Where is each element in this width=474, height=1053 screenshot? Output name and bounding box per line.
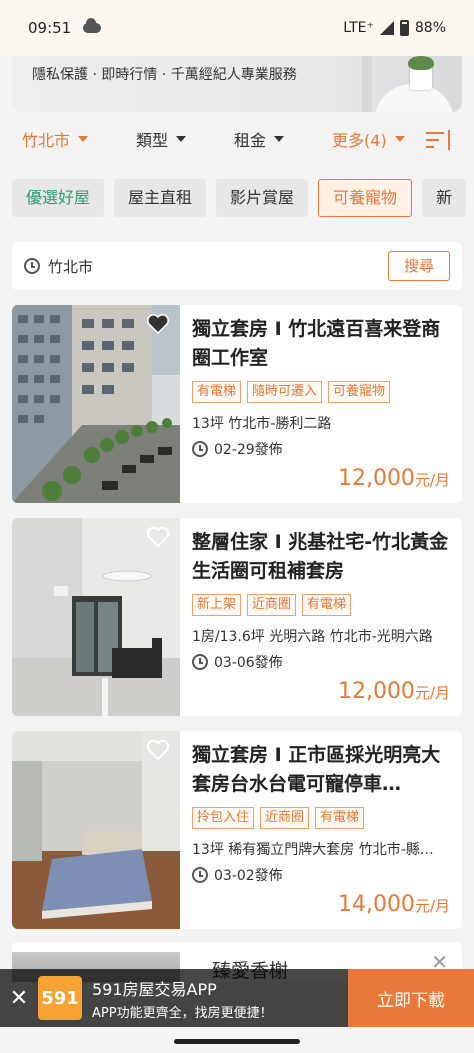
listing-chip: 拎包入住 bbox=[192, 807, 255, 829]
listing-meta: 13坪 竹北市-勝利二路 bbox=[192, 416, 332, 432]
filter-city[interactable]: 竹北市 bbox=[22, 127, 89, 151]
network-label: LTE⁺ bbox=[343, 20, 374, 36]
home-gesture-handle[interactable] bbox=[174, 1039, 300, 1044]
listing-date-row: 02-29發佈 bbox=[192, 439, 454, 459]
tag-video[interactable]: 影片賞屋 bbox=[216, 179, 309, 217]
search-city: 竹北市 bbox=[48, 257, 94, 276]
app-ad-title: 591房屋交易APP bbox=[92, 979, 217, 999]
promo-banner[interactable]: 隱私保護 · 即時行情 · 千萬經紀人專業服務 bbox=[12, 56, 462, 112]
search-button[interactable]: 搜尋 bbox=[388, 251, 450, 281]
listing-chip: 新上架 bbox=[192, 594, 242, 616]
favorite-heart-icon[interactable] bbox=[146, 526, 170, 548]
favorite-heart-icon[interactable] bbox=[146, 739, 170, 761]
price-unit: 元/月 bbox=[414, 471, 450, 489]
clock-icon bbox=[192, 654, 208, 670]
listing-chip: 有電梯 bbox=[315, 807, 365, 829]
listing-info: 獨立套房 I 竹北遠百喜来登商圈工作室 有電梯 隨時可遷入 可養寵物 13坪 竹… bbox=[192, 315, 454, 459]
banner-text: 隱私保護 · 即時行情 · 千萬經紀人專業服務 bbox=[32, 67, 297, 83]
listing-card[interactable]: 整層住家 I 兆基社宅-竹北黃金生活圈可租補套房 新上架 近商圈 有電梯 1房/… bbox=[12, 518, 462, 716]
listing-chip: 可養寵物 bbox=[328, 381, 391, 403]
app-ad-panel[interactable]: ✕ 591 591房屋交易APP APP功能更齊全，找房更便捷！ bbox=[0, 969, 348, 1027]
listing-chip: 隨時可遷入 bbox=[247, 381, 323, 403]
listing-date: 03-06發佈 bbox=[214, 655, 283, 671]
listing-chips: 拎包入住 近商圈 有電梯 bbox=[192, 807, 454, 829]
sort-icon[interactable] bbox=[426, 130, 454, 150]
search-history-bar[interactable]: 竹北市 搜尋 bbox=[12, 242, 462, 290]
status-time: 09:51 bbox=[28, 19, 72, 37]
listing-price: 12,000元/月 bbox=[338, 466, 450, 491]
listing-chip: 近商圈 bbox=[260, 807, 310, 829]
listing-chips: 有電梯 隨時可遷入 可養寵物 bbox=[192, 381, 454, 403]
battery-icon bbox=[399, 20, 409, 36]
listing-card[interactable]: 獨立套房 I 正市區採光明亮大套房台水台電可寵停車… 拎包入住 近商圈 有電梯 … bbox=[12, 731, 462, 929]
cloud-icon bbox=[83, 18, 102, 33]
chevron-down-icon bbox=[274, 136, 285, 142]
clock-icon bbox=[192, 867, 208, 883]
listing-date-row: 03-02發佈 bbox=[192, 865, 454, 885]
listing-card[interactable]: 獨立套房 I 竹北遠百喜来登商圈工作室 有電梯 隨時可遷入 可養寵物 13坪 竹… bbox=[12, 305, 462, 503]
price-value: 12,000 bbox=[337, 466, 415, 491]
listing-info: 獨立套房 I 正市區採光明亮大套房台水台電可寵停車… 拎包入住 近商圈 有電梯 … bbox=[192, 741, 454, 885]
tag-new[interactable]: 新 bbox=[422, 179, 467, 217]
app-logo-icon: 591 bbox=[38, 976, 82, 1020]
price-value: 12,000 bbox=[337, 679, 415, 704]
app-ad-subtitle: APP功能更齊全，找房更便捷！ bbox=[92, 1005, 273, 1021]
tag-featured[interactable]: 優選好屋 bbox=[12, 179, 105, 217]
listing-date: 03-02發佈 bbox=[214, 868, 283, 884]
signal-icon bbox=[379, 21, 394, 35]
listing-price: 12,000元/月 bbox=[338, 679, 450, 704]
filter-type-label: 類型 bbox=[136, 131, 169, 150]
filter-more[interactable]: 更多(4) bbox=[332, 127, 405, 151]
chevron-down-icon bbox=[176, 136, 187, 142]
filter-rent-label: 租金 bbox=[234, 131, 267, 150]
status-bar: 09:51 LTE⁺ 88% bbox=[0, 0, 474, 56]
chevron-down-icon bbox=[78, 136, 89, 142]
price-unit: 元/月 bbox=[414, 897, 450, 915]
price-unit: 元/月 bbox=[414, 684, 450, 702]
banner-decor bbox=[362, 56, 372, 112]
price-value: 14,000 bbox=[337, 892, 415, 917]
listing-chip: 有電梯 bbox=[302, 594, 352, 616]
listing-title: 獨立套房 I 竹北遠百喜来登商圈工作室 bbox=[192, 318, 441, 369]
clock-icon bbox=[192, 441, 208, 457]
listing-date-row: 03-06發佈 bbox=[192, 652, 454, 672]
filter-city-label: 竹北市 bbox=[22, 131, 71, 150]
filter-bar: 竹北市 類型 租金 更多(4) bbox=[0, 112, 474, 166]
listing-meta: 13坪 稀有獨立門牌大套房 竹北市-縣… bbox=[192, 842, 434, 858]
filter-type[interactable]: 類型 bbox=[136, 127, 187, 151]
close-icon[interactable]: ✕ bbox=[0, 986, 38, 1011]
tag-pets-allowed[interactable]: 可養寵物 bbox=[318, 179, 413, 217]
favorite-heart-icon[interactable] bbox=[146, 313, 170, 335]
quick-tags: 優選好屋 屋主直租 影片賞屋 可養寵物 新 bbox=[0, 166, 474, 230]
listing-chip: 有電梯 bbox=[192, 381, 242, 403]
app-ad-text: 591房屋交易APP APP功能更齊全，找房更便捷！ bbox=[92, 976, 273, 1021]
filter-more-label: 更多(4) bbox=[332, 131, 387, 150]
listing-title: 獨立套房 I 正市區採光明亮大套房台水台電可寵停車… bbox=[192, 744, 441, 795]
download-now-button[interactable]: 立即下載 bbox=[348, 969, 474, 1027]
listing-info: 整層住家 I 兆基社宅-竹北黃金生活圈可租補套房 新上架 近商圈 有電梯 1房/… bbox=[192, 528, 454, 672]
filter-rent[interactable]: 租金 bbox=[234, 127, 285, 151]
history-icon bbox=[24, 258, 40, 274]
listing-meta: 1房/13.6坪 光明六路 竹北市-光明六路 bbox=[192, 629, 433, 645]
listing-title: 整層住家 I 兆基社宅-竹北黃金生活圈可租補套房 bbox=[192, 531, 449, 582]
listing-date: 02-29發佈 bbox=[214, 442, 283, 458]
listing-price: 14,000元/月 bbox=[338, 892, 450, 917]
listing-chip: 近商圈 bbox=[247, 594, 297, 616]
banner-plant-image bbox=[408, 56, 434, 70]
tag-owner-direct[interactable]: 屋主直租 bbox=[114, 179, 207, 217]
app-download-banner: ✕ 591 591房屋交易APP APP功能更齊全，找房更便捷！ 立即下載 bbox=[0, 969, 474, 1027]
system-nav-bar bbox=[0, 1027, 474, 1053]
battery-percent: 88% bbox=[414, 20, 446, 36]
listing-chips: 新上架 近商圈 有電梯 bbox=[192, 594, 454, 616]
chevron-down-icon bbox=[394, 136, 405, 142]
